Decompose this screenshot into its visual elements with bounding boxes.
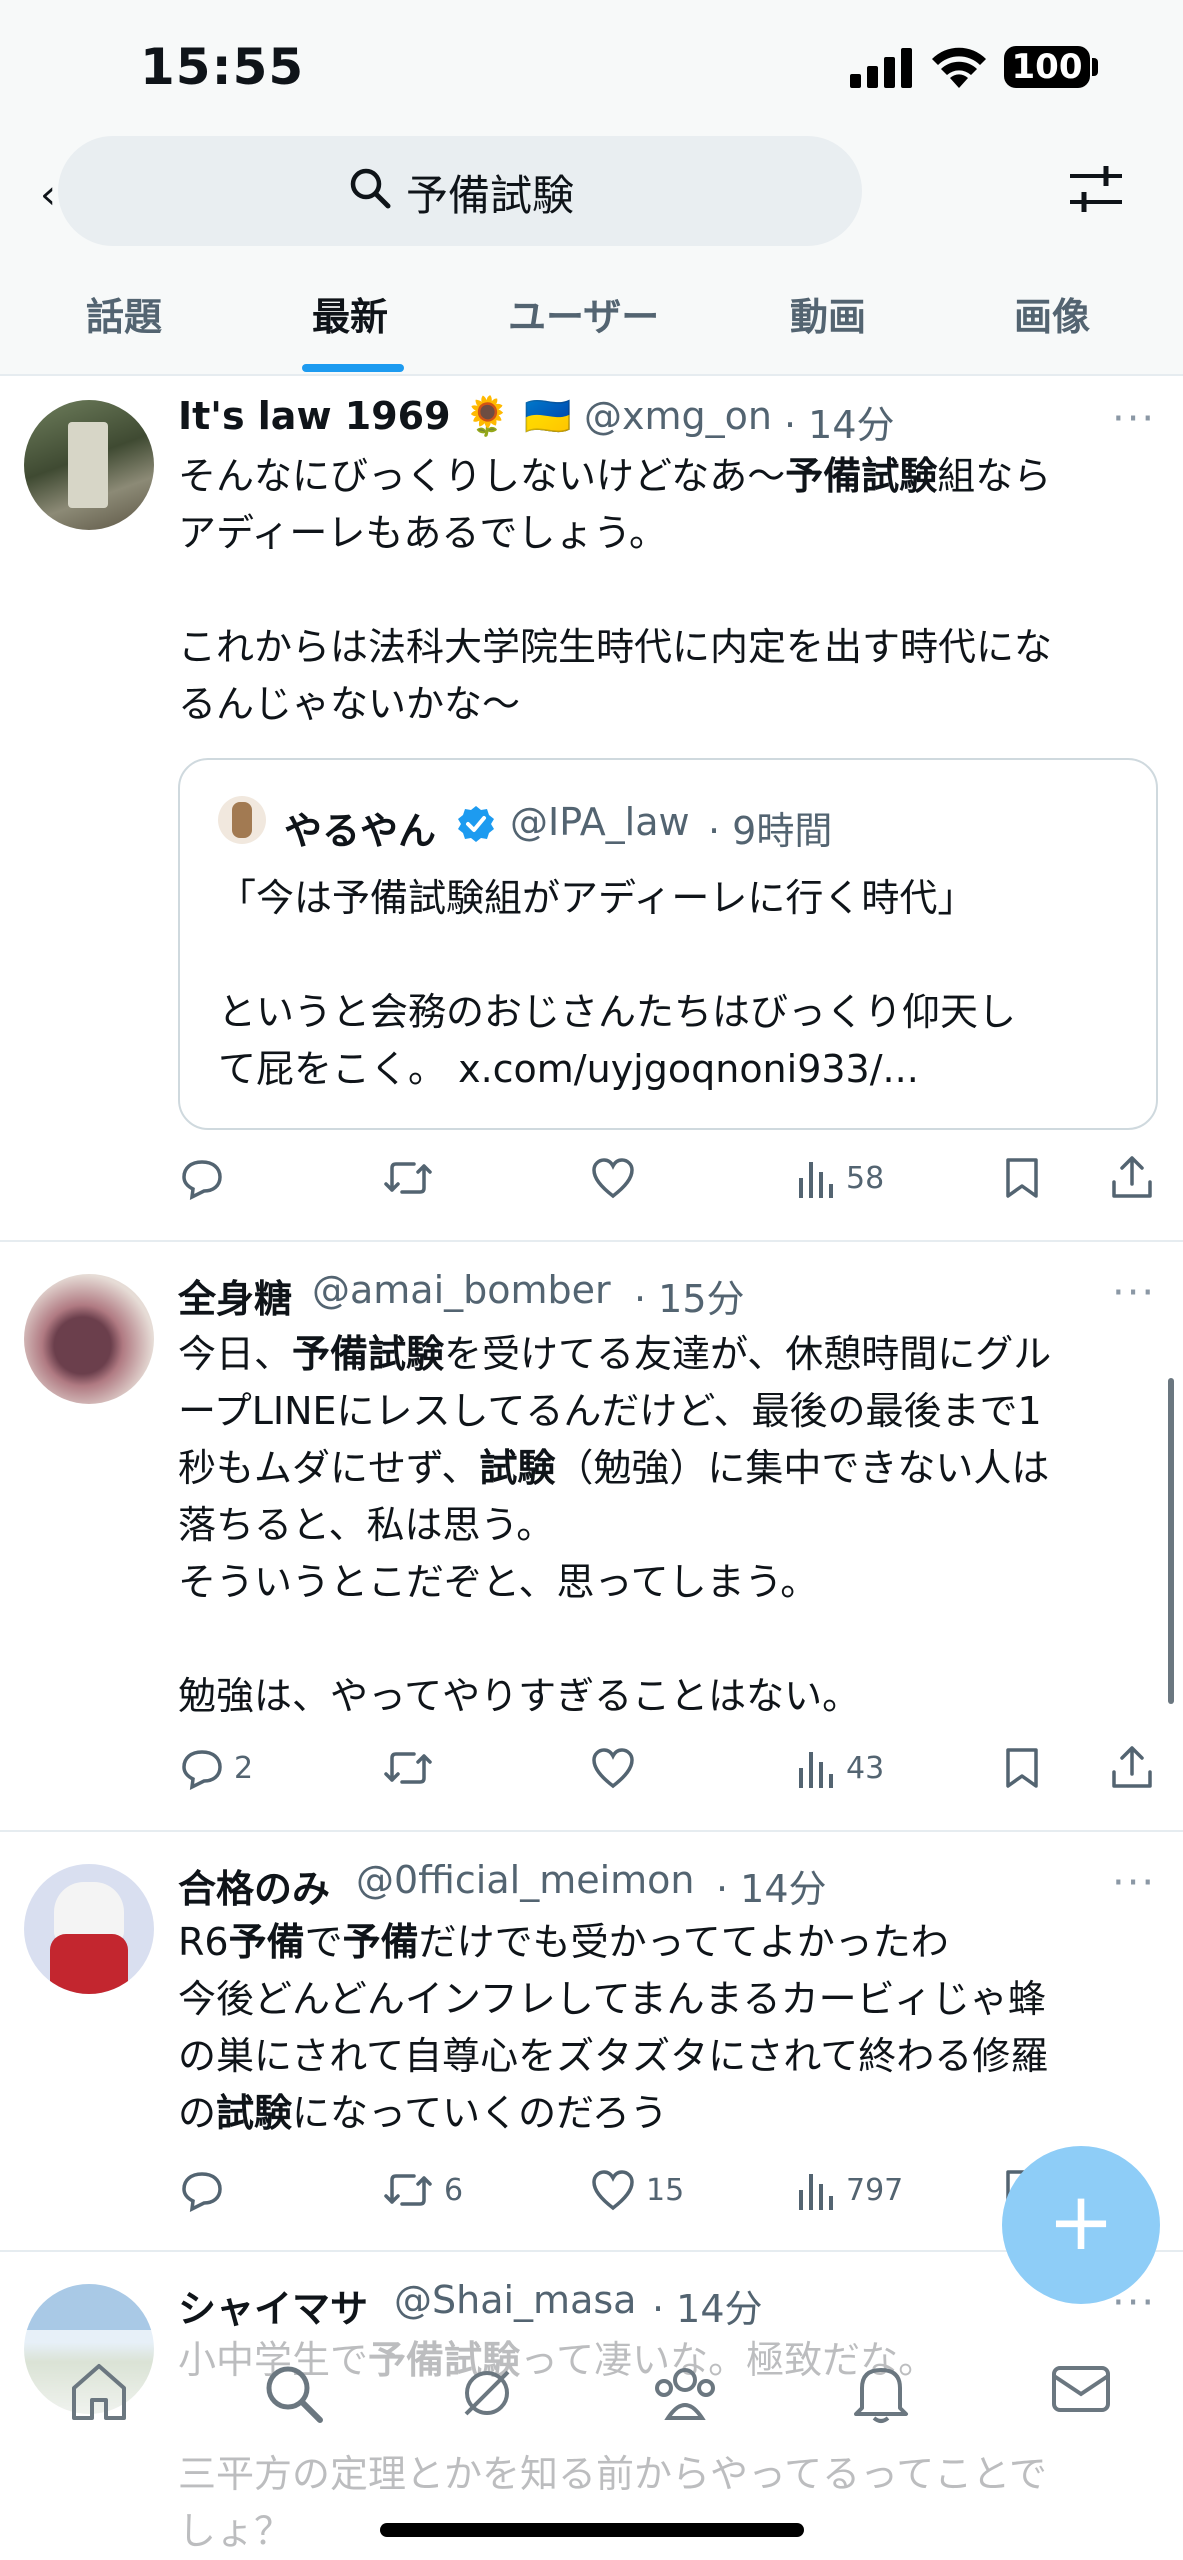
tweet-handle[interactable]: @xmg_on [584,394,772,438]
views-chart-icon [799,1752,833,1788]
like-button[interactable]: 15 [590,2168,684,2212]
views-count: 58 [846,1160,885,1196]
home-indicator [380,2523,804,2537]
retweet-icon [384,1752,432,1784]
share-icon[interactable] [1110,1154,1154,1200]
reply-icon [182,1750,222,1790]
quoted-author-name: やるやん [284,809,437,853]
bookmark-icon[interactable] [1004,1746,1040,1790]
cellular-signal-icon [850,48,912,88]
retweet-button[interactable] [382,1746,444,1790]
tweet-text: 今日、予備試験を受けてる友達が、休憩時間にグル ープLINEにレスしてるんだけど… [178,1332,1052,1718]
retweet-count: 6 [444,2172,464,2208]
tweet-handle[interactable]: @amai_bomber [312,1268,611,1312]
avatar[interactable] [24,1274,154,1404]
quoted-text: 「今は予備試験組がアディーレに行く時代」 というと会務のおじさんたちはびっくり仰… [218,876,1017,1091]
avatar[interactable] [24,1864,154,1994]
like-button[interactable] [590,1156,646,1200]
reply-button[interactable] [180,1156,234,1200]
reply-icon [182,1160,222,1200]
tweet-text: R6予備で予備だけでも受かっててよかったわ 今後どんどんインフレしてまんまるカー… [178,1920,1049,2135]
more-options-icon[interactable]: ··· [1112,396,1156,442]
views-chart-icon [799,2174,833,2210]
avatar[interactable] [24,400,154,530]
tweet-handle[interactable]: @Shai_masa [394,2278,636,2322]
like-button[interactable] [590,1746,646,1790]
tweet-time: · 14分 [652,2287,763,2331]
tweet-time: · 15分 [634,1277,745,1321]
tweet-author-name[interactable]: 全身糖 [178,1268,292,1323]
retweet-icon [384,1162,432,1194]
tweet-divider [0,1240,1183,1242]
tweet-author-name[interactable]: シャイマサ [178,2278,368,2333]
tweet-author-name[interactable]: It's law 1969 🌻 🇺🇦 [178,394,572,439]
retweet-button[interactable] [382,1156,444,1200]
more-options-icon[interactable]: ··· [1112,1270,1156,1316]
retweet-button[interactable]: 6 [382,2168,463,2212]
search-icon [350,168,391,209]
notifications-icon[interactable] [852,2362,910,2424]
tweet-time: · 14分 [716,1867,827,1911]
search-icon[interactable] [262,2362,324,2424]
heart-icon [592,2170,634,2211]
reply-button[interactable] [180,2168,234,2212]
active-tab-indicator [302,364,404,372]
more-options-icon[interactable]: ··· [1112,1860,1156,1906]
communities-icon[interactable] [652,2362,718,2424]
views-chart-icon [799,1162,833,1198]
tweet-time: · 14分 [784,403,895,447]
reply-count: 2 [234,1750,254,1786]
quoted-time: · 9時間 [708,809,833,853]
messages-icon[interactable] [1050,2362,1112,2416]
grok-icon[interactable] [456,2362,518,2424]
tweet-text: そんなにびっくりしないけどなあ〜予備試験組なら アディーレもあるでしょう。 これ… [178,454,1053,726]
battery-indicator: 100 [1004,46,1090,88]
heart-icon [592,1748,634,1789]
status-time: 15:55 [140,38,305,96]
views-button[interactable]: 797 [796,2168,903,2212]
heart-icon [592,1158,634,1199]
reply-button[interactable]: 2 [180,1746,253,1790]
quoted-avatar [218,796,266,844]
back-chevron-icon[interactable]: ‹ [40,172,56,218]
tab-latest[interactable]: 最新 [312,286,388,341]
tab-videos[interactable]: 動画 [790,286,866,341]
retweet-icon [384,2174,432,2206]
tab-topics[interactable]: 話題 [86,286,162,341]
scrollbar[interactable] [1168,1378,1174,1704]
bookmark-icon[interactable] [1004,1156,1040,1200]
tab-users[interactable]: ユーザー [508,286,659,341]
quoted-handle: @IPA_law [510,800,690,844]
views-button[interactable]: 43 [796,1746,884,1790]
home-icon[interactable] [68,2362,130,2422]
views-count: 797 [846,2172,904,2208]
tab-images[interactable]: 画像 [1014,286,1090,341]
tweet-divider [0,1830,1183,1832]
reply-icon [182,2172,222,2212]
views-button[interactable]: 58 [796,1156,884,1200]
tweet-handle[interactable]: @0fficial_meimon [356,1858,695,1902]
share-icon[interactable] [1110,1744,1154,1790]
wifi-icon [932,47,986,88]
battery-tip [1092,58,1098,76]
tweet-author-name[interactable]: 合格のみ [178,1858,330,1913]
verified-badge-icon [458,806,494,842]
compose-post-button[interactable]: + [1002,2146,1160,2304]
views-count: 43 [846,1750,885,1786]
filter-sliders-icon[interactable] [1068,164,1124,214]
search-query[interactable]: 予備試験 [406,162,574,223]
like-count: 15 [646,2172,685,2208]
